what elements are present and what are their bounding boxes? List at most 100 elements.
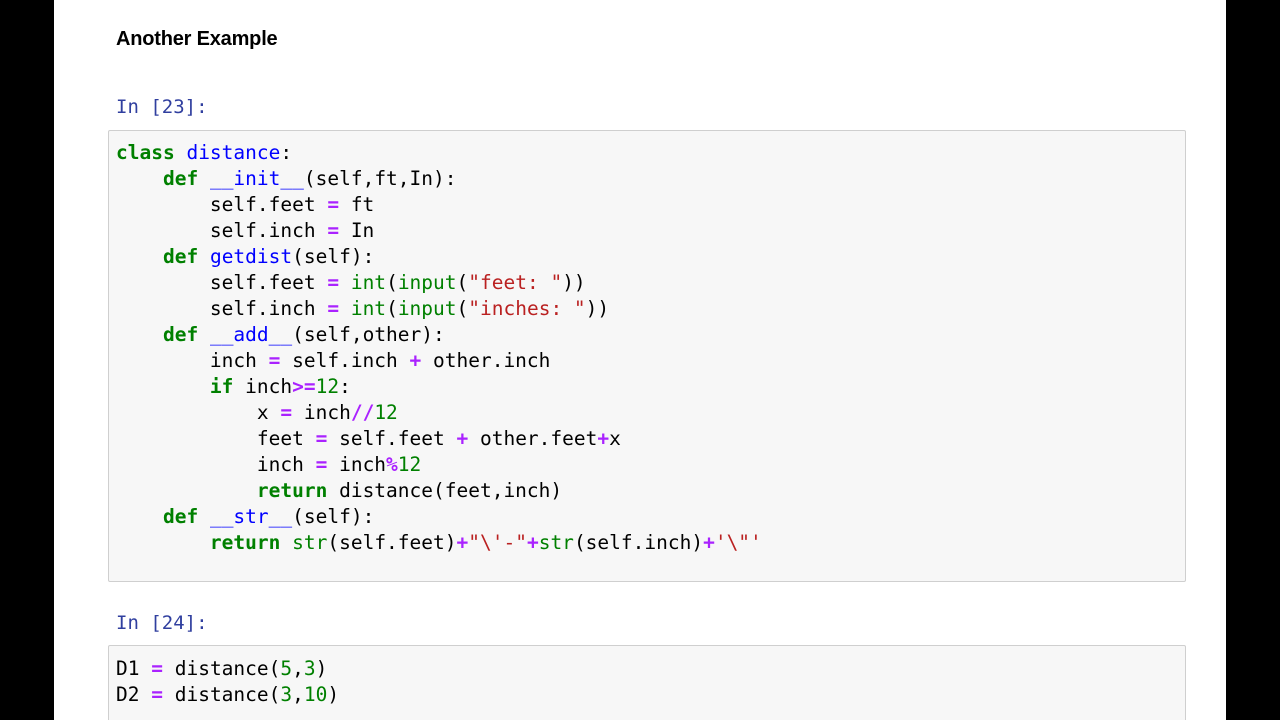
code-line: return distance(feet,inch) — [116, 478, 762, 504]
code-token: int — [350, 297, 387, 320]
cell-23-prompt: In [23]: — [116, 96, 208, 118]
code-token: )) — [562, 271, 586, 294]
code-token: feet — [116, 427, 316, 450]
code-token: self.inch — [116, 219, 328, 242]
code-token: if — [209, 375, 234, 398]
code-token: : — [280, 141, 293, 164]
code-token: + — [456, 427, 469, 450]
code-token: getdist — [209, 245, 293, 268]
code-line: x = inch//12 — [116, 400, 762, 426]
code-token: "inches: " — [468, 297, 586, 320]
code-token: int — [350, 271, 387, 294]
code-token: = — [151, 683, 163, 706]
code-cell-23-source[interactable]: class distance: def __init__(self,ft,In)… — [116, 140, 762, 556]
code-token: = — [327, 297, 340, 320]
code-token: // — [350, 401, 375, 424]
code-token: + — [409, 349, 422, 372]
code-token: input — [397, 297, 457, 320]
code-line: if inch>=12: — [116, 374, 762, 400]
code-token: def — [162, 323, 199, 346]
code-token: ) — [315, 657, 328, 680]
code-token: % — [386, 453, 398, 476]
code-line: def __add__(self,other): — [116, 322, 762, 348]
code-token: inch — [292, 401, 351, 424]
code-token: inch — [327, 453, 387, 476]
code-token: + — [703, 531, 715, 554]
code-token: "feet: " — [468, 271, 563, 294]
code-token: = — [268, 349, 281, 372]
section-heading: Another Example — [116, 28, 278, 50]
code-token: 5 — [280, 657, 293, 680]
code-token: distance( — [162, 657, 281, 680]
code-token: self.feet — [116, 271, 328, 294]
code-token: x — [609, 427, 621, 450]
code-token: = — [315, 453, 328, 476]
code-token: 3 — [303, 657, 316, 680]
code-line: def __init__(self,ft,In): — [116, 166, 762, 192]
code-token: input — [397, 271, 457, 294]
code-token: class — [116, 141, 175, 164]
code-token: ( — [386, 297, 398, 320]
code-token: "\'-" — [468, 531, 527, 554]
code-token: (self.feet) — [327, 531, 457, 554]
code-token: = — [280, 401, 293, 424]
code-token: (self,other): — [292, 323, 445, 346]
code-token: '\"' — [714, 531, 762, 554]
code-token: D1 — [116, 657, 152, 680]
code-token: ( — [456, 297, 469, 320]
code-line: inch = self.inch + other.inch — [116, 348, 762, 374]
code-line: class distance: — [116, 140, 762, 166]
code-token: (self.inch) — [573, 531, 704, 554]
code-line: def __str__(self): — [116, 504, 762, 530]
code-token: In — [339, 219, 375, 242]
code-line: self.inch = int(input("inches: ")) — [116, 296, 762, 322]
code-token: self.inch — [116, 297, 328, 320]
code-token: ( — [456, 271, 469, 294]
code-token: def — [162, 245, 199, 268]
code-token: __add__ — [209, 323, 293, 346]
code-token: (self): — [292, 245, 375, 268]
code-cell-24-source[interactable]: D1 = distance(5,3) D2 = distance(3,10) — [116, 656, 339, 708]
notebook-page: Another Example In [23]: class distance:… — [54, 0, 1226, 720]
code-token: 12 — [397, 453, 422, 476]
code-token: = — [327, 219, 340, 242]
code-token: other.inch — [421, 349, 551, 372]
code-line: return str(self.feet)+"\'-"+str(self.inc… — [116, 530, 762, 556]
code-token: + — [456, 531, 469, 554]
code-token: >= — [292, 375, 316, 398]
code-token: str — [292, 531, 328, 554]
code-cell-24[interactable]: D1 = distance(5,3) D2 = distance(3,10) — [108, 645, 1186, 720]
code-line: inch = inch%12 — [116, 452, 762, 478]
code-token: 12 — [374, 401, 398, 424]
code-token: distance — [186, 141, 281, 164]
code-token: : — [339, 375, 351, 398]
code-token: , — [292, 657, 304, 680]
code-token: = — [151, 657, 163, 680]
code-cell-23[interactable]: class distance: def __init__(self,ft,In)… — [108, 130, 1186, 582]
code-token: D2 — [116, 683, 152, 706]
code-token: ft — [339, 193, 375, 216]
code-line: feet = self.feet + other.feet+x — [116, 426, 762, 452]
code-token: __init__ — [209, 167, 304, 190]
code-line: D2 = distance(3,10) — [116, 682, 339, 708]
code-token: , — [292, 683, 304, 706]
code-token: = — [315, 427, 328, 450]
code-token: (self): — [292, 505, 375, 528]
code-token: = — [327, 193, 340, 216]
code-token: 10 — [303, 683, 328, 706]
code-token: inch — [116, 349, 269, 372]
code-line: D1 = distance(5,3) — [116, 656, 339, 682]
code-token: + — [526, 531, 539, 554]
